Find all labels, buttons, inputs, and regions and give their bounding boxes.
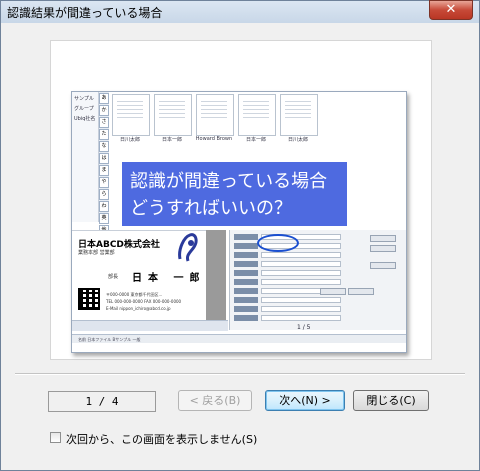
back-button[interactable]: < 戻る(B) [178, 390, 252, 411]
business-card-title: 部長 [108, 274, 119, 280]
company-logo-icon [178, 233, 198, 262]
mini-sidebar: サンプル グループ Ubiq社名 [72, 92, 99, 222]
mini-form-button [370, 262, 396, 269]
mini-tab: ら [99, 189, 109, 200]
mini-tab: わ [99, 201, 109, 212]
close-window-button[interactable]: ✕ [429, 0, 473, 20]
banner-line-2: どうすればいいの？ [130, 198, 292, 219]
address-line: TEL 000-000-0000 FAX 000-000-0000 [106, 299, 182, 304]
business-card-department: 業務本部 営業部 [78, 250, 115, 256]
mini-tab: 英 [99, 213, 109, 224]
card-label: 日本一郎 [161, 137, 182, 143]
dialog-window: 認識結果が間違っている場合 ✕ サンプル グループ Ubiq社名 あ か さ た… [0, 0, 480, 471]
card-thumbnail [112, 94, 150, 136]
mini-form-button [320, 288, 346, 295]
mini-sidebar-item: グループ [74, 106, 94, 112]
card-image-margin [206, 230, 226, 320]
address-line: 〒000-0000 東京都千代田区... [106, 292, 163, 297]
tutorial-screenshot: サンプル グループ Ubiq社名 あ か さ た な は ま や ら わ 英 他 [71, 91, 407, 353]
close-icon: ✕ [445, 2, 457, 17]
mini-tab: た [99, 129, 109, 140]
card-thumbnail [280, 94, 318, 136]
mini-toolbar [72, 320, 228, 331]
mini-tab: か [99, 105, 109, 116]
mini-tab: や [99, 177, 109, 188]
tutorial-banner: 認識が間違っている場合 どうすればいいの？ [122, 162, 347, 226]
title-bar: 認識結果が間違っている場合 ✕ [1, 0, 479, 23]
window-title: 認識結果が間違っている場合 [7, 6, 163, 20]
mini-tab: は [99, 153, 109, 164]
dialog-client-area: サンプル グループ Ubiq社名 あ か さ た な は ま や ら わ 英 他 [5, 23, 475, 468]
dont-show-again-checkbox[interactable] [50, 432, 61, 443]
mini-edit-form [229, 230, 406, 330]
business-card-name: 日本 一郎 [132, 273, 206, 284]
mini-index-tabs: あ か さ た な は ま や ら わ 英 他 [99, 92, 109, 236]
mini-form-button [370, 245, 396, 252]
mini-form-button [348, 288, 374, 295]
mini-page-nav: 1 / 5 [297, 324, 311, 331]
qr-code-icon [78, 288, 100, 310]
address-line: E-Mail nippon_ichiro@abcd.co.jp [106, 306, 171, 311]
card-thumbnail [196, 94, 234, 136]
preview-panel: サンプル グループ Ubiq社名 あ か さ た な は ま や ら わ 英 他 [50, 40, 432, 360]
card-label: 日川太郎 [119, 137, 140, 143]
mini-sidebar-item: Ubiq社名 [74, 116, 96, 122]
mini-tab: な [99, 141, 109, 152]
mini-status-bar: 名前 日本ファイル Bサンプル 一般 [72, 334, 406, 343]
banner-line-1: 認識が間違っている場合 [130, 171, 328, 192]
business-card-address: 〒000-0000 東京都千代田区... TEL 000-000-0000 FA… [106, 291, 220, 312]
card-label: 日本一郎 [245, 137, 266, 143]
business-card-image: 日本ABCD株式会社 業務本部 営業部 部長 日本 一郎 〒000-0000 東… [72, 230, 224, 321]
card-label: 日川太郎 [287, 137, 308, 143]
highlight-ellipse [257, 234, 299, 252]
card-thumbnail [154, 94, 192, 136]
dont-show-again-label[interactable]: 次回から、この画面を表示しません(S) [66, 431, 257, 447]
separator-line [15, 373, 465, 375]
mini-tab: あ [99, 93, 109, 104]
card-label: Howard Brown [195, 136, 233, 142]
mini-tab: ま [99, 165, 109, 176]
close-button[interactable]: 閉じる(C) [353, 390, 429, 411]
card-thumbnail [238, 94, 276, 136]
next-button[interactable]: 次へ(N) > [265, 390, 345, 411]
page-counter: 1 / 4 [48, 391, 156, 412]
mini-tab: さ [99, 117, 109, 128]
mini-form-button [370, 235, 396, 242]
mini-sidebar-item: サンプル [74, 96, 94, 102]
